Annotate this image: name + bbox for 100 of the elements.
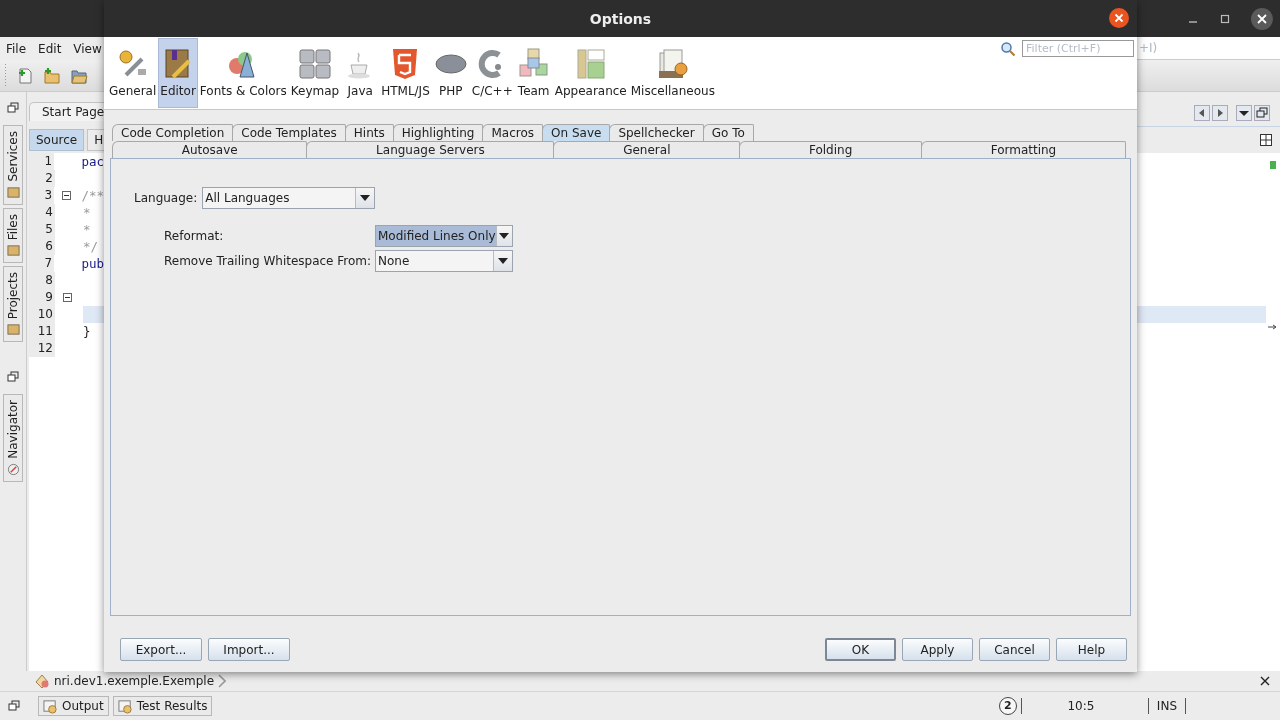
option-dropdown[interactable]: Modified Lines Only: [375, 225, 513, 247]
restore-button[interactable]: [1254, 105, 1270, 121]
category-button[interactable]: Editor: [158, 38, 198, 108]
caret-position: 10:5: [1066, 699, 1096, 713]
code-text: }: [83, 324, 91, 339]
editor-tab[interactable]: Start Page: [29, 102, 104, 121]
line-number: 3: [29, 187, 55, 204]
view-tab[interactable]: Source: [29, 129, 85, 151]
code-text: /**: [81, 188, 104, 203]
category-button[interactable]: Team: [514, 38, 553, 108]
code-text: pac: [81, 154, 104, 169]
filter-field[interactable]: Filter (Ctrl+F): [1022, 40, 1134, 57]
close-button[interactable]: [1251, 7, 1273, 30]
category-button[interactable]: Fonts & Colors: [197, 38, 289, 108]
close-icon[interactable]: [1260, 676, 1270, 686]
category-button[interactable]: Java: [341, 38, 380, 108]
code-text: *: [83, 222, 91, 237]
fold-icon[interactable]: [63, 293, 72, 302]
maximize-button[interactable]: [1219, 12, 1231, 25]
line-number: 2: [29, 170, 55, 187]
line-number: 12: [29, 340, 55, 357]
menu-item[interactable]: Edit: [38, 41, 62, 56]
dialog-title: Options: [589, 10, 652, 27]
code-text: */: [83, 239, 99, 254]
line-number: 8: [29, 272, 55, 289]
new-file-icon[interactable]: [16, 66, 34, 85]
menu-item[interactable]: View: [73, 41, 102, 56]
tab[interactable]: Highlighting: [392, 124, 484, 141]
dialog-button[interactable]: Apply: [902, 638, 973, 661]
left-arrow-button[interactable]: [1194, 105, 1210, 121]
tab[interactable]: On Save: [542, 124, 611, 141]
keyboard-icon: [297, 47, 332, 81]
window-icon: [43, 698, 58, 714]
restore-icon[interactable]: [8, 700, 20, 712]
window-icon: [117, 698, 133, 714]
line-number: 10: [29, 306, 55, 323]
line-number: 1: [29, 153, 55, 170]
breadcrumb[interactable]: nri.dev1.exemple.Exemple: [54, 674, 215, 688]
line-number: 7: [29, 255, 55, 272]
dialog-button[interactable]: Import...: [208, 638, 290, 661]
category-button[interactable]: C/C++: [469, 38, 515, 108]
menu-item[interactable]: File: [6, 41, 27, 56]
side-panel-tab[interactable]: Files: [3, 207, 23, 263]
side-panel-tab[interactable]: Navigator: [3, 394, 23, 482]
restore-icon[interactable]: [7, 102, 19, 114]
tab[interactable]: Formatting: [920, 141, 1126, 158]
chevron-icon: [218, 674, 227, 688]
restore-icon[interactable]: [7, 371, 19, 384]
line-number: 11: [29, 323, 55, 340]
dropdown-button[interactable]: [1236, 105, 1252, 121]
view-tab[interactable]: H: [87, 129, 104, 151]
tab[interactable]: Autosave: [112, 141, 308, 158]
panel-icon: [6, 323, 20, 337]
language-dropdown[interactable]: All Languages: [202, 187, 376, 209]
category-button[interactable]: Appearance: [552, 38, 629, 108]
code-text: *: [83, 205, 91, 220]
tab[interactable]: Go To: [702, 124, 754, 141]
search-icon: [1000, 40, 1016, 57]
field-label: Language:: [134, 191, 198, 205]
split-icon[interactable]: [1260, 134, 1272, 146]
notification-badge[interactable]: 2: [998, 697, 1017, 715]
caret-icon: [498, 258, 508, 264]
new-folder-icon[interactable]: [43, 66, 61, 85]
dialog-button[interactable]: OK: [825, 638, 896, 661]
close-button[interactable]: [1109, 8, 1129, 28]
dialog-button[interactable]: Export...: [120, 638, 202, 661]
side-panel-tab[interactable]: Projects: [3, 265, 23, 343]
option-dropdown[interactable]: None: [375, 250, 513, 272]
tab[interactable]: Language Servers: [306, 141, 555, 158]
dialog-button[interactable]: Cancel: [979, 638, 1050, 661]
code-text: pub: [81, 256, 104, 271]
output-window-tab[interactable]: Output: [38, 696, 109, 716]
caret-icon: [499, 233, 510, 239]
line-number: 6: [29, 238, 55, 255]
line-number: 4: [29, 204, 55, 221]
panel-icon: [6, 185, 20, 199]
panel-icon: [6, 243, 20, 257]
fold-icon[interactable]: [62, 191, 72, 200]
caret-icon: [360, 195, 371, 201]
tab[interactable]: Spellchecker: [609, 124, 704, 141]
category-button[interactable]: Miscellaneous: [628, 38, 717, 108]
class-icon: [34, 673, 50, 689]
arrow-marker-icon: [1268, 324, 1278, 330]
category-button[interactable]: HTML/JS: [379, 38, 432, 108]
toolbar-grip: [4, 63, 7, 88]
field-label: Reformat:: [164, 229, 225, 243]
right-arrow-button[interactable]: [1212, 105, 1228, 121]
tab[interactable]: Code Templates: [232, 124, 346, 141]
category-button[interactable]: Keymap: [288, 38, 342, 108]
category-button[interactable]: PHP: [431, 38, 470, 108]
dialog-button[interactable]: Help: [1056, 638, 1127, 661]
output-window-tab[interactable]: Test Results: [112, 696, 213, 716]
tab[interactable]: Code Completion: [112, 124, 234, 141]
category-button[interactable]: General: [107, 38, 159, 108]
side-panel-tab[interactable]: Services: [3, 125, 23, 205]
status-mark: [1270, 161, 1276, 169]
field-label: Remove Trailing Whitespace From:: [164, 254, 373, 268]
line-number: 5: [29, 221, 55, 238]
line-number: 9: [29, 289, 55, 306]
tab[interactable]: Folding: [739, 141, 922, 158]
